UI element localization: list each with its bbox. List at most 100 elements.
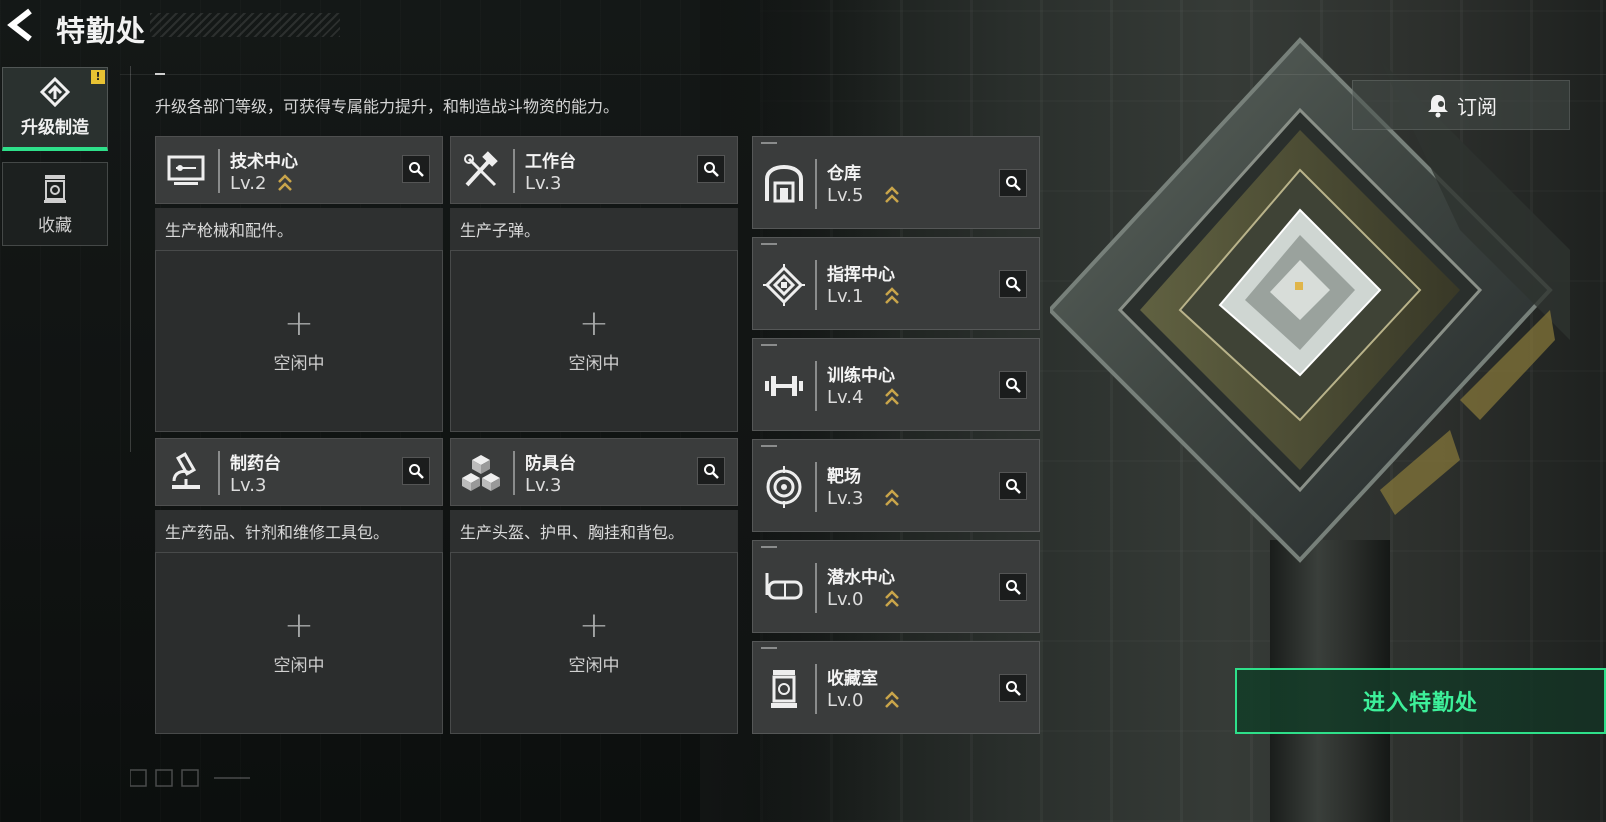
facility-header[interactable]: 技术中心 Lv.2 (155, 136, 443, 204)
separator (513, 149, 515, 193)
department-card-diving-center[interactable]: 潜水中心 Lv.0 (752, 540, 1040, 633)
enter-special-ops-button[interactable]: 进入特勤处 (1235, 668, 1606, 734)
facility-card-workbench: 工作台 Lv.3 生产子弹。 + 空闲中 (450, 136, 738, 432)
department-name: 仓库 (827, 164, 861, 184)
page-title: 特勤处 (56, 14, 147, 48)
slot-status: 空闲中 (568, 353, 620, 374)
search-icon (1006, 378, 1021, 393)
upgrade-chevron-icon (885, 287, 899, 304)
facility-description: 生产子弹。 (450, 208, 738, 250)
facility-level: Lv.2 (230, 173, 267, 194)
search-icon (409, 464, 424, 479)
subscribe-label: 订阅 (1457, 94, 1497, 119)
upgrade-chevron-icon (278, 174, 292, 191)
department-card-warehouse[interactable]: 仓库 Lv.5 (752, 136, 1040, 229)
facility-description: 生产药品、针剂和维修工具包。 (155, 510, 443, 552)
facility-level: Lv.3 (230, 475, 267, 496)
inspect-button[interactable] (999, 371, 1027, 399)
production-slot[interactable]: + 空闲中 (155, 552, 443, 734)
display-case-icon (771, 670, 797, 708)
cubes-icon (462, 455, 500, 491)
department-card-command-center[interactable]: 指挥中心 Lv.1 (752, 237, 1040, 330)
department-card-shooting-range[interactable]: 靶场 Lv.3 (752, 439, 1040, 532)
department-card-collection-room[interactable]: 收藏室 Lv.0 (752, 641, 1040, 734)
upgrade-icon (39, 77, 71, 107)
card-notch (761, 546, 777, 548)
back-button[interactable] (0, 6, 42, 44)
inspect-button[interactable] (402, 457, 430, 485)
back-arrow-icon (7, 8, 32, 42)
inspect-button[interactable] (697, 155, 725, 183)
facility-header[interactable]: 工作台 Lv.3 (450, 136, 738, 204)
department-card-training-center[interactable]: 训练中心 Lv.4 (752, 338, 1040, 431)
warehouse-icon (765, 164, 803, 203)
separator (218, 149, 220, 193)
upgrade-chevron-icon (885, 590, 899, 607)
upgrade-chevron-icon (885, 388, 899, 405)
production-slot[interactable]: + 空闲中 (450, 250, 738, 432)
frame-line (120, 74, 1606, 75)
department-level: Lv.5 (827, 185, 864, 206)
department-level: Lv.1 (827, 286, 864, 307)
facility-description: 生产枪械和配件。 (155, 208, 443, 250)
upgrade-chevron-icon (885, 186, 899, 203)
inspect-button[interactable] (999, 573, 1027, 601)
intro-text: 升级各部门等级，可获得专属能力提升，和制造战斗物资的能力。 (155, 97, 620, 116)
production-slot[interactable]: + 空闲中 (450, 552, 738, 734)
search-icon (1006, 176, 1021, 191)
tab-collection[interactable]: 收藏 (2, 162, 108, 246)
top-bar: 特勤处 (0, 0, 760, 52)
inspect-button[interactable] (697, 457, 725, 485)
facility-header[interactable]: 防具台 Lv.3 (450, 438, 738, 506)
computer-icon (167, 155, 205, 185)
tab-label: 收藏 (38, 215, 72, 236)
facility-name: 防具台 (525, 454, 576, 474)
frame-line (130, 66, 131, 452)
department-name: 指挥中心 (827, 265, 895, 285)
search-icon (1006, 580, 1021, 595)
card-notch (761, 142, 777, 144)
department-level: Lv.0 (827, 589, 864, 610)
inspect-button[interactable] (999, 674, 1027, 702)
search-icon (409, 162, 424, 177)
search-icon (1006, 681, 1021, 696)
card-notch (761, 445, 777, 447)
department-level: Lv.0 (827, 690, 864, 711)
plus-icon: + (283, 604, 315, 646)
title-decoration (150, 13, 340, 37)
department-name: 收藏室 (827, 669, 878, 689)
facility-header[interactable]: 制药台 Lv.3 (155, 438, 443, 506)
facility-name: 工作台 (525, 152, 576, 172)
chip-icon (763, 264, 805, 306)
department-level: Lv.3 (827, 488, 864, 509)
department-name: 潜水中心 (827, 568, 895, 588)
dumbbell-icon (765, 376, 803, 396)
subscribe-bell-icon (1428, 95, 1448, 118)
separator (513, 451, 515, 495)
card-notch (761, 647, 777, 649)
slot-status: 空闲中 (273, 655, 325, 676)
facility-name: 制药台 (230, 454, 281, 474)
department-level: Lv.4 (827, 387, 864, 408)
inspect-button[interactable] (999, 270, 1027, 298)
search-icon (704, 162, 719, 177)
search-icon (1006, 277, 1021, 292)
tab-upgrade-craft[interactable]: ! 升级制造 (2, 67, 108, 151)
separator (815, 361, 817, 411)
subscribe-button[interactable]: 订阅 (1352, 80, 1570, 130)
card-notch (761, 344, 777, 346)
search-icon (704, 464, 719, 479)
facility-level: Lv.3 (525, 173, 562, 194)
plus-icon: + (283, 302, 315, 344)
facility-card-pharmacy: 制药台 Lv.3 生产药品、针剂和维修工具包。 + 空闲中 (155, 438, 443, 734)
search-icon (1006, 479, 1021, 494)
separator (815, 664, 817, 714)
facility-level: Lv.3 (525, 475, 562, 496)
slot-status: 空闲中 (568, 655, 620, 676)
inspect-button[interactable] (402, 155, 430, 183)
inspect-button[interactable] (999, 169, 1027, 197)
tab-label: 升级制造 (21, 118, 89, 138)
production-slot[interactable]: + 空闲中 (155, 250, 443, 432)
inspect-button[interactable] (999, 472, 1027, 500)
frame-dash (155, 73, 165, 75)
